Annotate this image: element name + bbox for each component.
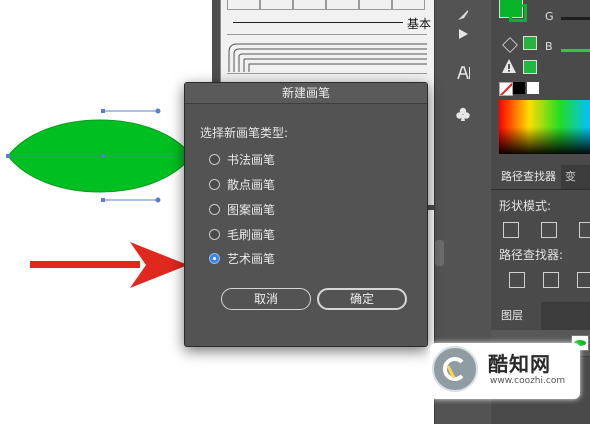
site-watermark: 酷知网 www.coozhi.com <box>430 343 580 399</box>
g-channel-label: G <box>545 10 554 23</box>
basic-brush-stroke[interactable] <box>233 22 403 23</box>
pathfinder-tabs: 路径查找器 变 <box>491 165 590 190</box>
ok-button[interactable]: 确定 <box>317 288 407 310</box>
play-icon[interactable] <box>435 19 491 49</box>
layers-tabs: 图层 <box>491 302 590 330</box>
radio-art-selected[interactable] <box>209 252 220 264</box>
shape-modes-label: 形状模式: <box>499 199 552 213</box>
option-art-brush[interactable]: 艺术画笔 <box>209 249 275 267</box>
radio-bristle[interactable] <box>209 228 220 240</box>
tab-transform[interactable]: 变 <box>565 165 576 189</box>
radio-calligraphic[interactable] <box>209 153 220 165</box>
color-spectrum[interactable] <box>499 100 590 154</box>
option-label: 图案画笔 <box>227 202 276 217</box>
intersect-icon[interactable] <box>579 222 590 238</box>
brush-type-prompt: 选择新画笔类型: <box>200 126 289 140</box>
radio-scatter[interactable] <box>209 178 220 190</box>
b-slider[interactable] <box>561 49 590 52</box>
option-scatter-brush[interactable]: 散点画笔 <box>209 175 275 193</box>
brush-swatch-row[interactable] <box>227 0 425 10</box>
black-swatch[interactable] <box>513 82 525 94</box>
option-pattern-brush[interactable]: 图案画笔 <box>209 200 275 218</box>
new-brush-dialog: 新建画笔 选择新画笔类型: 书法画笔 散点画笔 图案画笔 毛刷画笔 艺术画笔 取… <box>184 82 428 347</box>
cube-icon[interactable] <box>502 37 518 53</box>
pattern-brush-preview[interactable] <box>227 42 427 72</box>
gamut-swatch[interactable] <box>523 36 537 50</box>
basic-brush-label: 基本 <box>407 17 432 31</box>
minus-front-icon[interactable] <box>541 222 557 238</box>
option-label: 毛刷画笔 <box>227 227 276 242</box>
web-safe-swatch[interactable] <box>523 60 537 74</box>
divider <box>227 73 427 74</box>
watermark-url: www.coozhi.com <box>490 376 566 386</box>
white-swatch[interactable] <box>527 82 539 94</box>
option-calligraphic-brush[interactable]: 书法画笔 <box>209 150 275 168</box>
cancel-button[interactable]: 取消 <box>221 288 311 310</box>
club-symbol-icon[interactable] <box>435 99 491 129</box>
unite-icon[interactable] <box>503 222 519 238</box>
leaf-shape[interactable] <box>0 100 200 210</box>
watermark-logo-icon <box>432 346 478 392</box>
option-bristle-brush[interactable]: 毛刷画笔 <box>209 225 275 243</box>
merge-icon[interactable] <box>577 272 590 288</box>
divider <box>227 34 427 35</box>
divide-icon[interactable] <box>509 272 525 288</box>
option-label: 书法画笔 <box>227 152 276 167</box>
g-slider[interactable] <box>561 17 590 20</box>
stroke-swatch[interactable] <box>509 4 527 22</box>
tab-pathfinder[interactable]: 路径查找器 <box>491 165 561 189</box>
none-swatch[interactable] <box>499 82 513 96</box>
tab-layers[interactable]: 图层 <box>491 302 541 330</box>
radio-pattern[interactable] <box>209 203 220 215</box>
watermark-name: 酷知网 <box>488 352 551 376</box>
option-label: 散点画笔 <box>227 177 276 192</box>
scrollbar-handle[interactable] <box>435 240 444 266</box>
pathfinders-label: 路径查找器: <box>499 248 564 262</box>
b-channel-label: B <box>545 40 553 53</box>
red-arrow-icon <box>30 242 188 288</box>
type-icon[interactable] <box>435 58 491 88</box>
option-label: 艺术画笔 <box>227 251 276 266</box>
dialog-title: 新建画笔 <box>185 83 427 104</box>
trim-icon[interactable] <box>543 272 559 288</box>
warning-icon[interactable] <box>501 58 517 74</box>
